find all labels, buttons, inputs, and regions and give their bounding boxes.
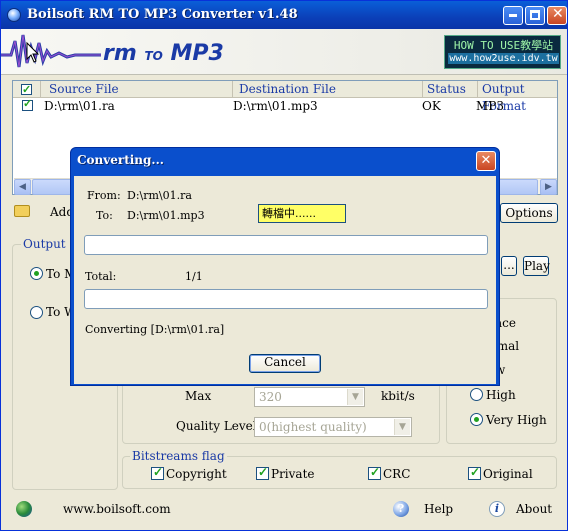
globe-icon [16, 501, 32, 517]
crc-label: CRC [383, 467, 411, 481]
total-progress-bar [84, 289, 488, 309]
quality-level-label: Quality Level: [176, 419, 261, 433]
very-high-radio[interactable] [470, 413, 483, 426]
dialog-title: Converting... [77, 153, 164, 167]
options-button[interactable]: Options [500, 203, 558, 223]
original-label: Original [483, 467, 533, 481]
window-title: Boilsoft RM TO MP3 Converter v1.48 [27, 7, 298, 22]
about-link[interactable]: About [516, 502, 552, 516]
banner-logo-mp3: MP3 [170, 41, 224, 66]
private-checkbox[interactable] [256, 465, 269, 480]
file-progress-bar [84, 235, 488, 255]
banner-logo-rm: rm [103, 41, 137, 66]
minimize-button[interactable] [503, 6, 523, 25]
quality-level-value: 0(highest quality) [259, 420, 367, 434]
quality-level-select[interactable]: 0(highest quality) ▼ [254, 417, 412, 437]
play-button[interactable]: Play [523, 256, 550, 276]
select-all-checkbox[interactable] [21, 81, 32, 98]
bitstreams-group: Bitstreams flag Copyright Private CRC Or… [122, 449, 557, 489]
folder-icon [14, 205, 30, 217]
total-label: Total: [85, 270, 117, 283]
copyright-checkbox[interactable] [151, 465, 164, 480]
crc-checkbox[interactable] [368, 465, 381, 480]
app-icon [7, 8, 21, 22]
to-wav-radio[interactable] [30, 306, 43, 319]
from-value: D:\rm\01.ra [127, 189, 192, 202]
high-radio[interactable] [470, 388, 483, 401]
scroll-right-icon[interactable]: ▶ [540, 179, 557, 195]
close-button[interactable]: ✕ [547, 6, 567, 25]
to-value: D:\rm\01.mp3 [127, 209, 205, 222]
private-label: Private [271, 467, 315, 481]
converting-status: Converting [D:\rm\01.ra] [85, 323, 225, 336]
header-status[interactable]: Status [423, 81, 478, 98]
converting-dialog: Converting... ✕ From: D:\rm\01.ra To: D:… [70, 147, 500, 386]
row-format: MP3 [476, 99, 504, 113]
very-high-label: Very High [486, 413, 547, 427]
waveform-icon [1, 34, 101, 68]
original-checkbox[interactable] [468, 465, 481, 480]
table-row[interactable]: D:\rm\01.ra D:\rm\01.mp3 OK MP3 [13, 97, 557, 114]
chevron-down-icon: ▼ [347, 389, 363, 405]
watermark-line1: HOW TO USE教學站 [453, 39, 554, 52]
watermark-badge: HOW TO USE教學站 www.how2use.idv.tw [444, 35, 561, 69]
info-icon[interactable]: i [489, 501, 505, 517]
banner-logo-to: TO [144, 49, 163, 63]
cancel-button[interactable]: Cancel [249, 354, 321, 373]
maximize-button[interactable] [525, 6, 545, 25]
to-label: To: [96, 209, 113, 222]
from-label: From: [87, 189, 121, 202]
list-header: Source File Destination File Status Outp… [13, 81, 557, 113]
max-bitrate-label: Max [185, 389, 212, 403]
title-bar: Boilsoft RM TO MP3 Converter v1.48 ✕ [1, 1, 567, 29]
max-bitrate-select[interactable]: 320 ▼ [254, 387, 365, 407]
header-checkbox-cell[interactable] [13, 81, 41, 98]
watermark-line2: www.how2use.idv.tw [448, 53, 559, 64]
row-status: OK [422, 99, 441, 113]
status-text-box: 轉檔中...... [258, 204, 346, 223]
header-source-file[interactable]: Source File [45, 81, 233, 98]
header-destination-file[interactable]: Destination File [235, 81, 423, 98]
to-mp3-radio[interactable] [30, 267, 43, 280]
browse-button[interactable]: ... [501, 256, 517, 276]
high-label: High [486, 388, 516, 402]
row-destination: D:\rm\01.mp3 [233, 99, 318, 113]
dialog-body: From: D:\rm\01.ra To: D:\rm\01.mp3 轉檔中..… [74, 176, 496, 384]
copyright-label: Copyright [166, 467, 227, 481]
website-link[interactable]: www.boilsoft.com [63, 502, 171, 516]
dialog-close-button[interactable]: ✕ [476, 151, 496, 171]
header-output-format[interactable]: Output Format [478, 81, 557, 113]
kbits-label: kbit/s [381, 389, 415, 403]
row-checkbox[interactable] [22, 97, 33, 111]
chevron-down-icon: ▼ [394, 419, 410, 435]
banner-logo: rm TO MP3 [103, 41, 224, 66]
scroll-left-icon[interactable]: ◀ [14, 179, 31, 195]
total-value: 1/1 [185, 270, 203, 283]
help-icon[interactable]: ? [393, 501, 409, 517]
max-bitrate-value: 320 [259, 390, 282, 404]
row-source: D:\rm\01.ra [44, 99, 115, 113]
bitstreams-label: Bitstreams flag [130, 449, 227, 463]
help-link[interactable]: Help [424, 502, 453, 516]
